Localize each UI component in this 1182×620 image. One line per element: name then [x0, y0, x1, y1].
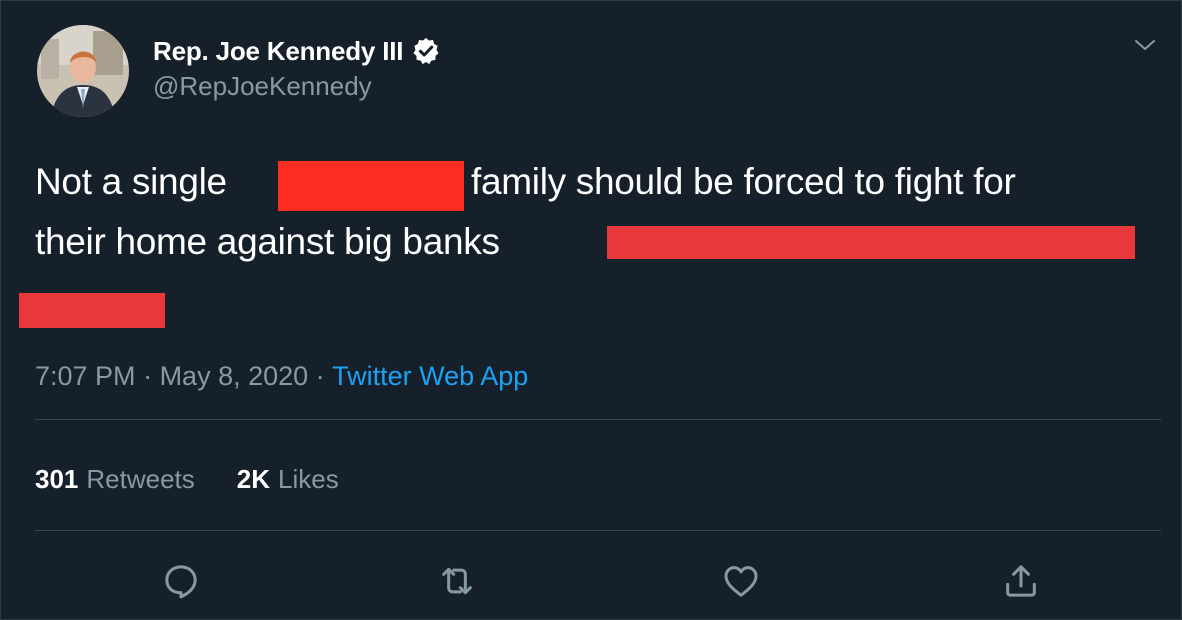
redaction-bar — [19, 293, 165, 328]
chevron-down-icon[interactable] — [1133, 35, 1157, 55]
tweet-meta: 7:07 PM · May 8, 2020 · Twitter Web App — [35, 361, 528, 392]
likes-stat[interactable]: 2K Likes — [237, 464, 339, 495]
divider — [35, 530, 1161, 531]
reply-icon[interactable] — [161, 561, 201, 601]
tweet-text-segment-2: family should be forced to fight for — [471, 161, 1016, 202]
share-icon[interactable] — [1001, 561, 1041, 601]
retweets-stat[interactable]: 301 Retweets — [35, 464, 195, 495]
likes-label: Likes — [278, 464, 339, 494]
likes-count: 2K — [236, 464, 271, 494]
separator-dot: · — [135, 361, 160, 391]
tweet-text-segment-3: their home against big banks — [35, 221, 500, 262]
divider — [35, 419, 1161, 420]
verified-badge-icon — [411, 36, 441, 66]
retweet-icon[interactable] — [437, 561, 477, 601]
tweet-stats: 301 Retweets 2K Likes — [35, 464, 339, 495]
tweet-source-link[interactable]: Twitter Web App — [332, 361, 528, 392]
tweet-time[interactable]: 7:07 PM — [35, 361, 136, 392]
separator-dot: · — [308, 361, 333, 391]
tweet-text-segment-1: Not a single — [35, 161, 227, 202]
tweet-date[interactable]: May 8, 2020 — [160, 361, 309, 392]
display-name[interactable]: Rep. Joe Kennedy III — [153, 36, 403, 67]
retweets-label: Retweets — [86, 464, 195, 494]
retweets-count: 301 — [35, 464, 79, 494]
handle[interactable]: @RepJoeKennedy — [153, 71, 372, 102]
redaction-bar — [607, 226, 1135, 259]
heart-icon[interactable] — [721, 561, 761, 601]
avatar[interactable] — [37, 25, 129, 117]
redaction-bar — [278, 161, 464, 211]
tweet-card: Rep. Joe Kennedy III @RepJoeKennedy Not … — [0, 0, 1182, 620]
author-name-row[interactable]: Rep. Joe Kennedy III — [153, 31, 441, 71]
